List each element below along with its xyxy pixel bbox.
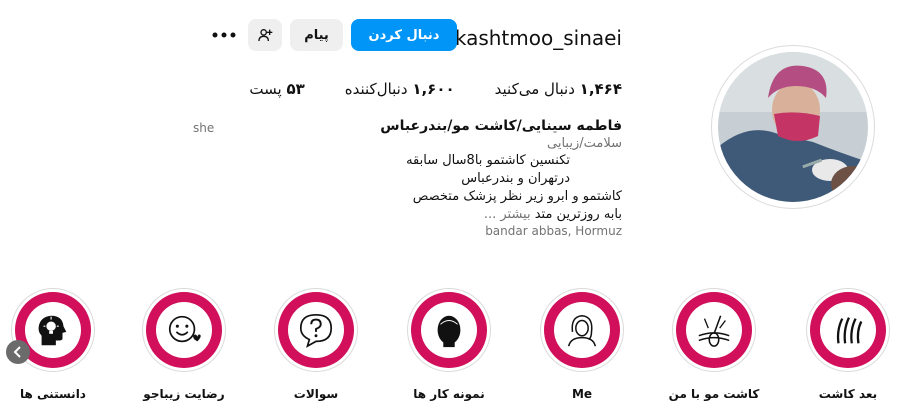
highlight-ring: [274, 288, 358, 372]
highlight-item[interactable]: رضایت زیباجو: [136, 288, 232, 401]
following-stat[interactable]: ۱,۴۶۴ دنبال می‌کنید: [495, 80, 622, 98]
scroll-left-button[interactable]: [6, 340, 30, 364]
location-label: bandar abbas, Hormuz: [485, 224, 622, 238]
hair-follicle-icon: [698, 315, 730, 347]
highlight-label: نمونه کار ها: [413, 387, 485, 401]
highlight-item[interactable]: بعد کاشت: [800, 288, 896, 401]
head-icon: [437, 315, 461, 348]
profile-username: kashtmoo_sinaei: [454, 26, 622, 50]
highlight-ring: [540, 288, 624, 372]
following-label: دنبال می‌کنید: [494, 80, 575, 98]
posts-stat[interactable]: ۵۳ پست: [249, 80, 304, 98]
bio-line-last: بابه روزترین متد بیشتر ...: [202, 206, 622, 224]
following-count: ۱,۴۶۴: [579, 80, 622, 98]
highlight-label: کاشت مو با من: [668, 387, 760, 401]
more-link[interactable]: بیشتر ...: [484, 207, 531, 222]
highlight-label: دانستنی ها: [20, 387, 86, 401]
bio-line: کاشتمو و ابرو زیر نظر پزشک متخصص: [412, 189, 622, 204]
highlight-ring: [672, 288, 756, 372]
highlight-ring: [407, 288, 491, 372]
story-highlights: بعد کاشت کاشت مو با من Me نمونه کار ها س…: [0, 288, 898, 418]
ellipsis-icon: [212, 32, 236, 38]
bio-text: تکنسین کاشتمو با8سال سابقه درتهران و بند…: [202, 152, 622, 224]
full-name: فاطمه سینایی/کاشت مو/بندرعباس: [380, 118, 622, 134]
highlight-item[interactable]: نمونه کار ها: [401, 288, 497, 401]
posts-label: پست: [249, 80, 282, 98]
follow-button[interactable]: دنبال کردن: [351, 19, 457, 51]
profile-stats: ۵۳ پست ۱,۶۰۰ دنبال‌کننده ۱,۴۶۴ دنبال می‌…: [249, 80, 622, 98]
hair-strands-icon: [836, 317, 863, 344]
highlight-label: Me: [571, 387, 593, 401]
woman-icon: [567, 314, 597, 347]
add-person-icon: [258, 29, 273, 42]
question-bubble-icon: [299, 313, 333, 348]
smile-heart-icon: [168, 315, 201, 343]
posts-count: ۵۳: [286, 80, 305, 98]
highlight-label: بعد کاشت: [818, 387, 878, 401]
highlight-label: سوالات: [293, 387, 339, 401]
bio-line: تکنسین کاشتمو با8سال سابقه: [406, 153, 570, 168]
message-button[interactable]: پیام: [290, 19, 343, 51]
highlight-item[interactable]: Me: [534, 288, 630, 401]
avatar-image: [718, 52, 868, 202]
highlight-label: رضایت زیباجو: [143, 387, 225, 401]
suggested-accounts-button[interactable]: [248, 19, 282, 51]
bio-line: بابه روزترین متد: [534, 207, 622, 222]
highlight-item[interactable]: کاشت مو با من: [666, 288, 762, 401]
chevron-left-icon: [13, 346, 21, 358]
followers-stat[interactable]: ۱,۶۰۰ دنبال‌کننده: [345, 80, 455, 98]
profile-avatar[interactable]: [711, 45, 875, 209]
highlight-item[interactable]: سوالات: [268, 288, 364, 401]
highlight-ring: [806, 288, 890, 372]
bio-line: درتهران و بندرعباس: [461, 171, 570, 186]
category-label: سلامت/زیبایی: [547, 136, 622, 151]
followers-count: ۱,۶۰۰: [412, 80, 455, 98]
highlight-ring: [142, 288, 226, 372]
followers-label: دنبال‌کننده: [344, 80, 408, 98]
profile-bio: فاطمه سینایی/کاشت مو/بندرعباس سلامت/زیبا…: [202, 118, 622, 238]
more-options-button[interactable]: [210, 25, 238, 45]
brain-bulb-icon: [38, 315, 67, 346]
